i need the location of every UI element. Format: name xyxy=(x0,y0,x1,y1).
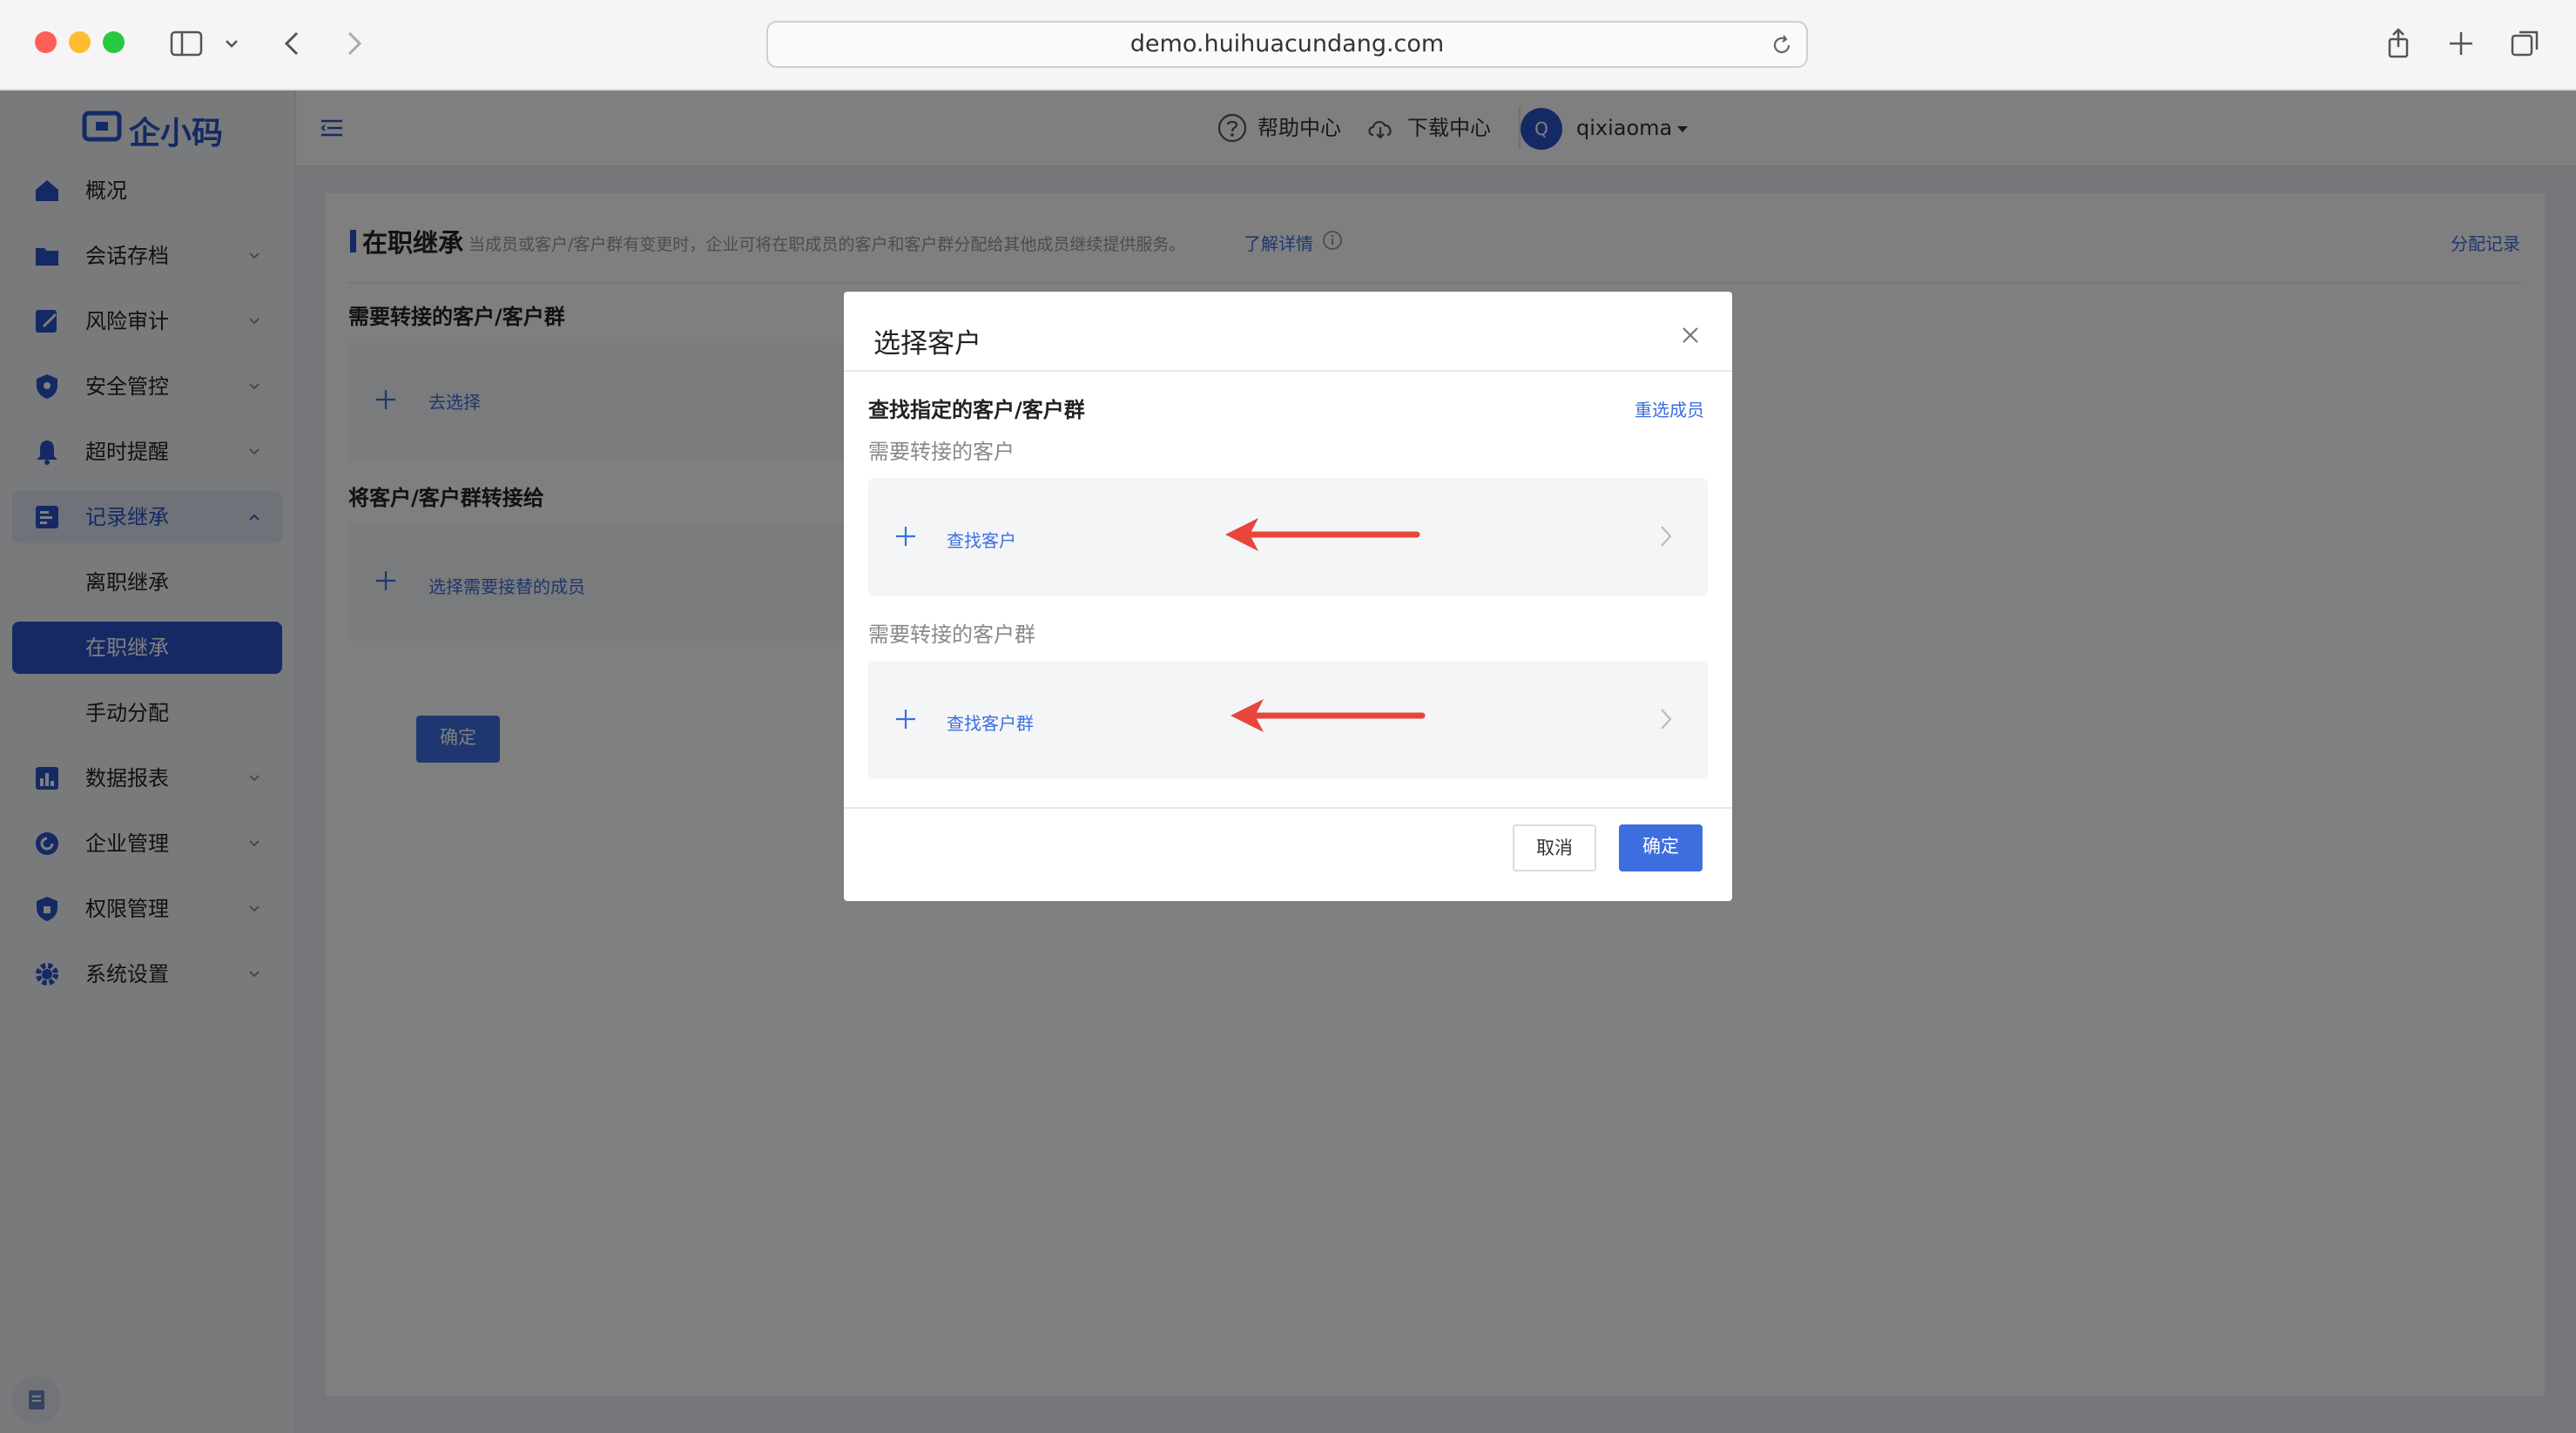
groups-label: 需要转接的客户群 xyxy=(868,622,1035,647)
chevron-right-icon xyxy=(1661,526,1672,547)
find-group-link[interactable]: 查找客户群 xyxy=(947,710,1034,735)
find-customer-box[interactable]: 查找客户 xyxy=(868,478,1708,596)
close-icon[interactable] xyxy=(1678,323,1703,347)
back-icon[interactable] xyxy=(275,26,310,61)
reselect-member-link[interactable]: 重选成员 xyxy=(1635,396,1704,421)
confirm-button[interactable]: 确定 xyxy=(1619,824,1703,871)
arrow-left-annotation-icon xyxy=(1231,699,1426,732)
tab-overview-icon[interactable] xyxy=(2508,26,2543,61)
cancel-button[interactable]: 取消 xyxy=(1513,824,1596,871)
chevron-down-icon[interactable] xyxy=(219,26,244,61)
browser-toolbar: demo.huihuacundang.com xyxy=(0,0,2576,91)
reload-icon[interactable] xyxy=(1770,33,1794,57)
sidebar-toggle-icon[interactable] xyxy=(169,26,204,61)
maximize-window-button[interactable] xyxy=(103,31,125,53)
select-customer-dialog: 选择客户 查找指定的客户/客户群 重选成员 需要转接的客户 查找客户 需要转接的… xyxy=(844,292,1732,901)
customers-label: 需要转接的客户 xyxy=(868,440,1015,464)
share-icon[interactable] xyxy=(2381,26,2416,61)
find-customer-link[interactable]: 查找客户 xyxy=(947,527,1016,552)
url-text: demo.huihuacundang.com xyxy=(1130,30,1445,57)
dialog-title: 选择客户 xyxy=(873,328,981,360)
dialog-subtitle: 查找指定的客户/客户群 xyxy=(868,398,1085,422)
arrow-left-annotation-icon xyxy=(1225,518,1420,551)
dialog-footer-divider xyxy=(844,807,1732,809)
close-window-button[interactable] xyxy=(35,31,57,53)
forward-icon[interactable] xyxy=(336,26,371,61)
plus-icon xyxy=(896,527,915,546)
find-group-box[interactable]: 查找客户群 xyxy=(868,661,1708,779)
chevron-right-icon xyxy=(1661,709,1672,730)
address-bar[interactable]: demo.huihuacundang.com xyxy=(766,21,1808,68)
minimize-window-button[interactable] xyxy=(69,31,91,53)
plus-icon xyxy=(896,710,915,729)
new-tab-icon[interactable] xyxy=(2444,26,2478,61)
dialog-header-divider xyxy=(844,370,1732,372)
